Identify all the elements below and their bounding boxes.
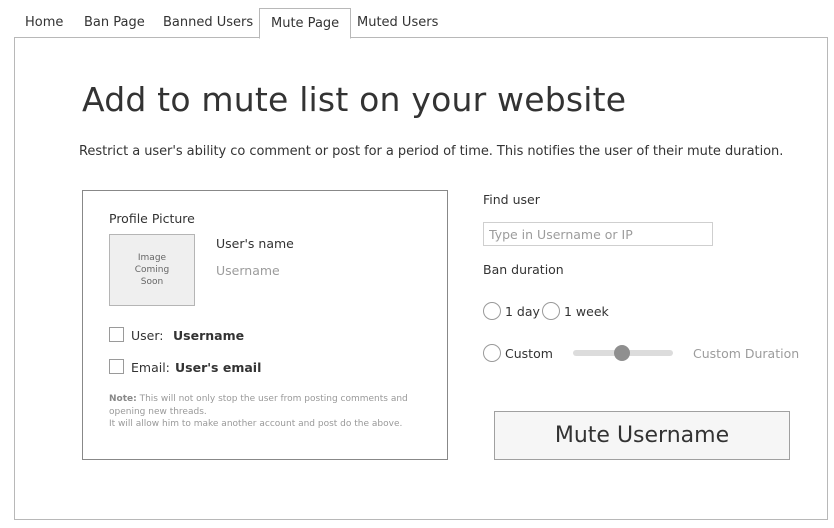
tab-muted-users[interactable]: Muted Users xyxy=(346,8,449,37)
avatar: Image Coming Soon xyxy=(109,234,195,306)
duration-slider-thumb[interactable] xyxy=(614,345,630,361)
radio-1-week[interactable] xyxy=(542,302,560,320)
note-line-2: opening new threads. xyxy=(109,406,207,417)
radio-1-week-label: 1 week xyxy=(564,304,609,319)
avatar-placeholder-text: Image Coming Soon xyxy=(134,253,170,287)
tab-banned-users[interactable]: Banned Users xyxy=(152,8,264,37)
ban-duration-label: Ban duration xyxy=(483,262,564,277)
username-value: Username xyxy=(216,263,280,278)
page-description: Restrict a user's ability co comment or … xyxy=(79,144,784,159)
radio-custom[interactable] xyxy=(483,344,501,362)
email-checkbox-value: User's email xyxy=(175,360,262,375)
custom-duration-field[interactable]: Custom Duration xyxy=(693,346,799,361)
page-title: Add to mute list on your website xyxy=(82,80,627,119)
mute-username-button[interactable]: Mute Username xyxy=(494,411,790,460)
user-checkbox[interactable] xyxy=(109,327,124,342)
tab-ban-page[interactable]: Ban Page xyxy=(73,8,156,37)
mute-note: Note: This will not only stop the user f… xyxy=(109,393,408,431)
user-checkbox-label: User: xyxy=(131,328,164,343)
tab-mute-page[interactable]: Mute Page xyxy=(259,8,352,39)
find-user-label: Find user xyxy=(483,192,540,207)
profile-picture-label: Profile Picture xyxy=(109,211,195,226)
tab-home[interactable]: Home xyxy=(14,8,74,37)
username-label: User's name xyxy=(216,236,294,251)
find-user-input[interactable] xyxy=(483,222,713,246)
email-checkbox[interactable] xyxy=(109,359,124,374)
note-line-1: This will not only stop the user from po… xyxy=(139,394,408,404)
note-line-3: It will allow him to make another accoun… xyxy=(109,419,403,429)
user-checkbox-value: Username xyxy=(173,328,245,343)
email-checkbox-label: Email: xyxy=(131,360,170,375)
note-heading: Note: xyxy=(109,394,137,404)
radio-custom-label: Custom xyxy=(505,346,553,361)
radio-1-day[interactable] xyxy=(483,302,501,320)
radio-1-day-label: 1 day xyxy=(505,304,540,319)
